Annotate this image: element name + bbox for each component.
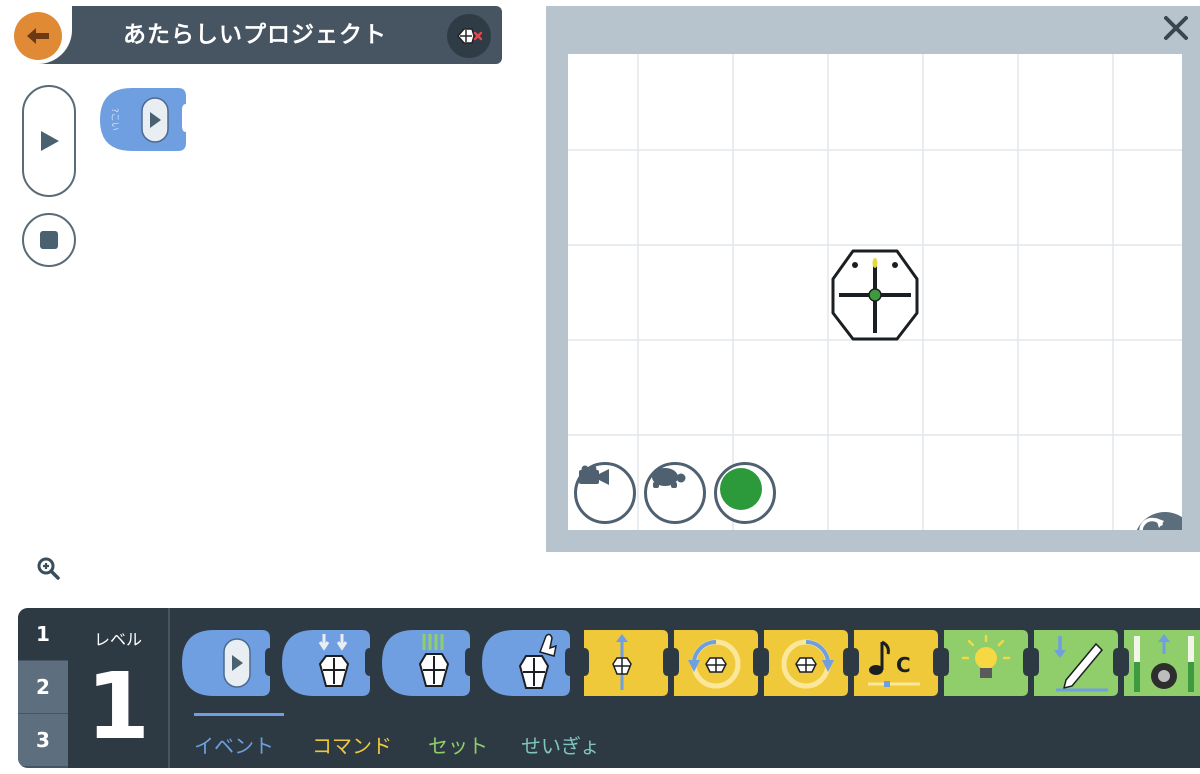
stage-panel [546, 6, 1200, 552]
stop-icon [40, 231, 58, 249]
project-title[interactable]: あたらしいプロジェクト [90, 6, 420, 64]
event-tap-block[interactable] [480, 628, 572, 698]
speed-button[interactable] [644, 462, 706, 524]
reset-button[interactable] [1134, 512, 1182, 530]
robot-disconnect-icon [457, 28, 483, 44]
event-bumper-block[interactable] [380, 628, 472, 698]
level-label: レベル [93, 630, 142, 649]
arrow-left-icon [27, 28, 49, 44]
robot-sprite [831, 249, 919, 341]
current-level-number: 1 [85, 653, 150, 760]
event-touch-block[interactable] [280, 628, 372, 698]
tab-command[interactable]: コマンド [312, 730, 392, 759]
stage-grid [568, 54, 1182, 530]
camera-icon [579, 465, 609, 485]
stop-button[interactable] [22, 213, 76, 267]
title-bar: あたらしいプロジェクト [8, 6, 502, 64]
light-block[interactable] [940, 628, 1032, 698]
level-selector: 1 2 3 [18, 608, 68, 768]
pen-block[interactable] [1030, 628, 1122, 698]
camera-button[interactable] [574, 462, 636, 524]
tab-set[interactable]: セット [428, 730, 488, 759]
turn-right-block[interactable] [760, 628, 852, 698]
tab-control[interactable]: せいぎょ [521, 730, 600, 759]
block-palette: 1 2 3 レベル 1 C イベント コマンド セット せいぎょ [18, 608, 1200, 768]
close-icon[interactable] [1160, 12, 1192, 44]
event-start-block[interactable] [180, 628, 272, 698]
level-3-button[interactable]: 3 [18, 714, 68, 767]
play-icon [41, 131, 59, 151]
status-button[interactable] [714, 462, 776, 524]
green-dot-icon [720, 468, 762, 510]
run-button[interactable] [22, 85, 76, 197]
note-letter: C [896, 653, 911, 677]
active-tab-indicator [194, 713, 284, 716]
level-panel: レベル 1 [68, 608, 168, 768]
tab-event[interactable]: イベント [194, 730, 274, 759]
grid-lines [568, 54, 1182, 530]
zoom-in-icon[interactable] [36, 556, 60, 580]
turtle-icon [652, 468, 686, 488]
level-2-button[interactable]: 2 [18, 661, 68, 714]
turn-left-block[interactable] [670, 628, 762, 698]
app-window: あたらしいプロジェクト ?こい 1 2 3 レベル 1 C イベント コマンド … [0, 0, 1200, 774]
play-note-block[interactable]: C [850, 628, 942, 698]
level-1-button[interactable]: 1 [18, 608, 68, 661]
svg-text:?こい: ?こい [109, 108, 119, 131]
back-button-wrap [0, 0, 72, 64]
reset-icon [1139, 517, 1164, 530]
move-forward-block[interactable] [580, 628, 672, 698]
wheel-speed-block[interactable] [1120, 628, 1200, 698]
robot-disconnect-button[interactable] [447, 14, 491, 58]
workspace-start-block[interactable]: ?こい [98, 86, 188, 153]
back-button[interactable] [14, 12, 62, 60]
